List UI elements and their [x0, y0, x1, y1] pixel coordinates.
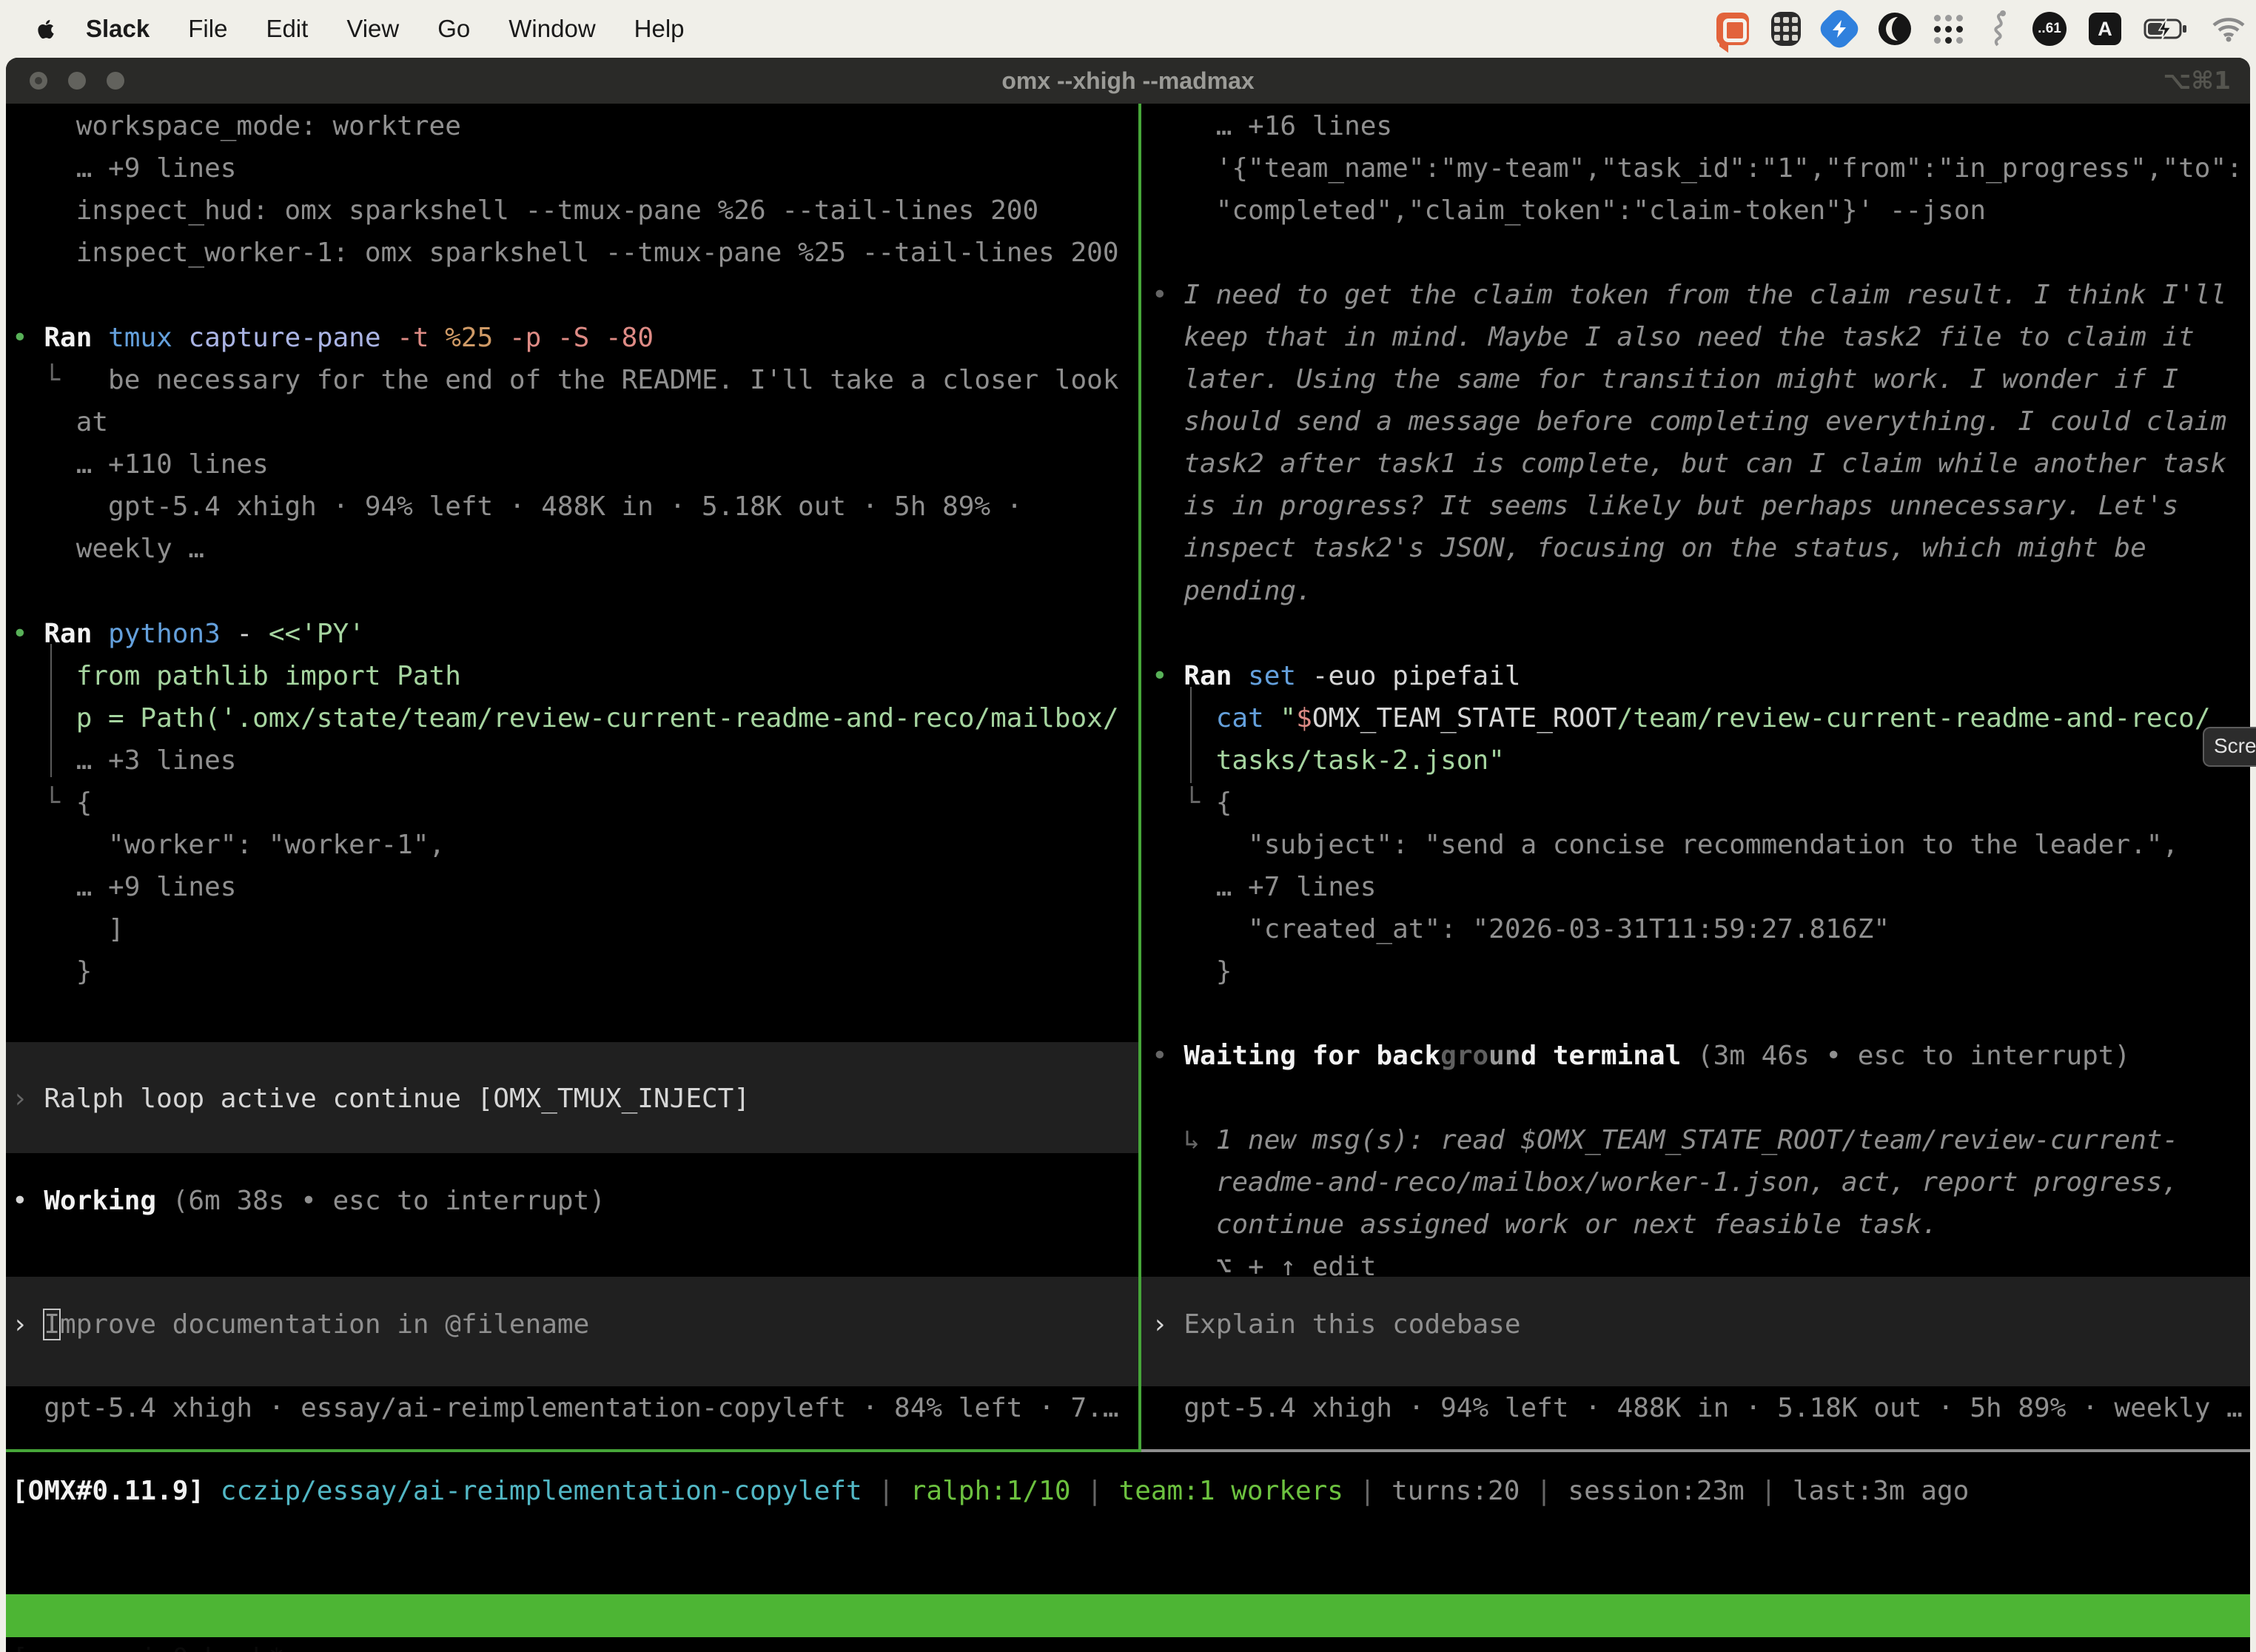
omx-status-line: [OMX#0.11.9] cczip/essay/ai-reimplementa…: [12, 1470, 1969, 1512]
terminal-line: tasks/task-2.json": [1152, 739, 1505, 782]
terminal-line: • Working (6m 38s • esc to interrupt): [12, 1180, 605, 1222]
terminal-line: › Ralph loop active continue [OMX_TMUX_I…: [12, 1078, 750, 1120]
terminal-line: inspect_hud: omx sparkshell --tmux-pane …: [12, 189, 1038, 232]
terminal-line: • I need to get the claim token from the…: [1152, 274, 2226, 316]
terminal-line: cat "$OMX_TEAM_STATE_ROOT/team/review-cu…: [1152, 697, 2211, 739]
terminal-line: should send a message before completing …: [1152, 400, 2226, 443]
menu-item-help[interactable]: Help: [634, 15, 685, 43]
terminal-line: └ {: [12, 782, 92, 824]
terminal-line: is in progress? It seems likely but perh…: [1152, 485, 2178, 527]
terminal-line: weekly …: [12, 528, 204, 570]
terminal-line: readme-and-reco/mailbox/worker-1.json, a…: [1152, 1161, 2178, 1203]
shield-keypad-icon[interactable]: [1771, 12, 1801, 46]
screen-tooltip: Scre: [2203, 727, 2256, 767]
terminal-line: p = Path('.omx/state/team/review-current…: [12, 697, 1119, 739]
window-title: omx --xhigh --madmax: [6, 58, 2250, 104]
terminal-line: └ be necessary for the end of the README…: [12, 359, 1119, 401]
menu-item-window[interactable]: Window: [508, 15, 595, 43]
terminal-line: › Explain this codebase: [1152, 1303, 1521, 1346]
terminal-line: continue assigned work or next feasible …: [1152, 1203, 1938, 1246]
tmux-status-bar: [omx-cczip0:bash* "MacBook-Pro-44.local"…: [6, 1594, 2250, 1637]
terminal-line: … +9 lines: [12, 866, 236, 908]
tmux-session-window: [omx-cczip0:bash*: [12, 1637, 284, 1652]
terminal-line: • Waiting for background terminal (3m 46…: [1152, 1035, 2130, 1077]
terminal-line: "completed","claim_token":"claim-token"}…: [1152, 189, 1986, 232]
terminal-pane-right[interactable]: … +16 lines '{"team_name":"my-team","tas…: [1141, 104, 2250, 1449]
apple-menu-icon[interactable]: [37, 19, 55, 40]
terminal-line: }: [12, 950, 92, 993]
terminal-line: }: [1152, 950, 1232, 993]
terminal-line: • Ran python3 - <<'PY': [12, 613, 365, 655]
menu-item-view[interactable]: View: [346, 15, 399, 43]
battery-icon[interactable]: [2143, 17, 2189, 41]
terminal-line: • Ran set -euo pipefail: [1152, 655, 1521, 697]
terminal-line: › Improve documentation in @filename: [12, 1303, 589, 1346]
count-badge-icon[interactable]: ..61: [2032, 12, 2067, 46]
menu-item-go[interactable]: Go: [437, 15, 470, 43]
terminal-line: gpt-5.4 xhigh · essay/ai-reimplementatio…: [12, 1387, 1119, 1429]
terminal-line: gpt-5.4 xhigh · 94% left · 488K in · 5.1…: [12, 486, 1022, 528]
pane-bottom-border-left: [6, 1449, 1141, 1452]
terminal-line: … +9 lines: [12, 147, 236, 189]
terminal-line: keep that in mind. Maybe I also need the…: [1152, 316, 2195, 358]
chat-app-icon[interactable]: [1716, 13, 1749, 45]
route-squiggle-icon[interactable]: [1985, 10, 2010, 47]
terminal-pane-left[interactable]: workspace_mode: worktree … +9 lines insp…: [6, 104, 1138, 1449]
window-shortcut-hint: ⌥⌘1: [2163, 58, 2231, 104]
menu-item-edit[interactable]: Edit: [266, 15, 308, 43]
terminal-line: from pathlib import Path: [12, 655, 461, 697]
pane-bottom-border-right: [1141, 1449, 2250, 1452]
terminal-line: └ {: [1152, 782, 1232, 824]
moon-icon[interactable]: [1878, 12, 1912, 46]
terminal-line: ↳ 1 new msg(s): read $OMX_TEAM_STATE_ROO…: [1152, 1119, 2178, 1161]
messenger-bolt-icon[interactable]: [1823, 13, 1856, 45]
terminal-line: task2 after task1 is complete, but can I…: [1152, 443, 2226, 485]
terminal-line: '{"team_name":"my-team","task_id":"1","f…: [1152, 147, 2243, 189]
terminal-line: • Ran tmux capture-pane -t %25 -p -S -80: [12, 317, 654, 359]
terminal-line: gpt-5.4 xhigh · 94% left · 488K in · 5.1…: [1152, 1387, 2243, 1429]
terminal-line: ⌥ + ↑ edit: [1152, 1246, 1376, 1288]
terminal-line: at: [12, 401, 108, 443]
terminal-line: … +7 lines: [1152, 866, 1376, 908]
terminal-line: "worker": "worker-1",: [12, 824, 445, 866]
terminal-line: "created_at": "2026-03-31T11:59:27.816Z": [1152, 908, 1890, 950]
menu-status-icons: ..61 A: [1716, 0, 2246, 58]
terminal-line: workspace_mode: worktree: [12, 105, 461, 147]
menu-item-file[interactable]: File: [188, 15, 227, 43]
terminal-line: pending.: [1152, 570, 1312, 612]
terminal-line: inspect task2's JSON, focusing on the st…: [1152, 527, 2146, 569]
window-title-bar[interactable]: omx --xhigh --madmax ⌥⌘1: [6, 58, 2250, 104]
menu-app-name[interactable]: Slack: [86, 15, 150, 43]
terminal-line: … +3 lines: [12, 739, 236, 782]
terminal-line: … +110 lines: [12, 443, 269, 486]
input-source-icon[interactable]: A: [2089, 13, 2121, 45]
terminal-line: later. Using the same for transition mig…: [1152, 358, 2178, 400]
menu-bar: Slack File Edit View Go Window Help ..61: [0, 0, 2256, 58]
dots-grid-icon[interactable]: [1934, 15, 1963, 44]
terminal-window: omx --xhigh --madmax ⌥⌘1 workspace_mode:…: [6, 58, 2250, 1652]
terminal-line: inspect_worker-1: omx sparkshell --tmux-…: [12, 232, 1119, 274]
terminal-line: ]: [12, 908, 124, 950]
wifi-icon[interactable]: [2212, 16, 2246, 42]
terminal-line: … +16 lines: [1152, 105, 1392, 147]
terminal-line: "subject": "send a concise recommendatio…: [1152, 824, 2178, 866]
